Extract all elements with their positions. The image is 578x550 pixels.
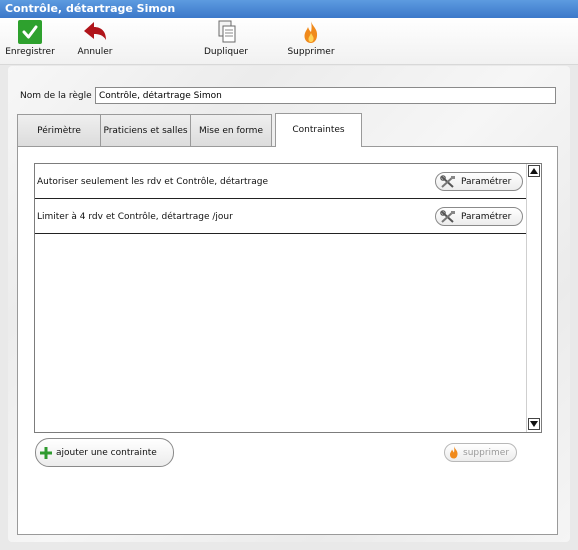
cancel-label: Annuler bbox=[77, 47, 113, 57]
scroll-up-button[interactable] bbox=[528, 165, 540, 177]
duplicate-label: Dupliquer bbox=[203, 47, 248, 57]
configure-button[interactable]: Paramétrer bbox=[435, 172, 523, 191]
configure-button[interactable]: Paramétrer bbox=[435, 207, 523, 226]
tab-perimetre[interactable]: Périmètre bbox=[17, 114, 101, 146]
tools-icon bbox=[440, 209, 455, 223]
constraint-text: Autoriser seulement les rdv et Contrôle,… bbox=[37, 177, 268, 187]
arrow-down-icon bbox=[530, 421, 538, 427]
duplicate-icon bbox=[218, 20, 236, 43]
tab-praticiens-et-salles[interactable]: Praticiens et salles bbox=[100, 114, 191, 146]
delete-label: Supprimer bbox=[287, 47, 335, 57]
configure-label: Paramétrer bbox=[461, 211, 512, 222]
toolbar: Enregistrer Annuler Dupliquer Supprimer bbox=[0, 18, 578, 65]
tools-icon bbox=[440, 174, 455, 188]
add-constraint-button[interactable]: ajouter une contrainte bbox=[35, 438, 174, 467]
remove-constraint-button[interactable]: supprimer bbox=[444, 443, 517, 462]
save-button[interactable]: Enregistrer bbox=[2, 20, 58, 57]
constraints-list: Autoriser seulement les rdv et Contrôle,… bbox=[34, 163, 542, 433]
constraint-row: Autoriser seulement les rdv et Contrôle,… bbox=[35, 164, 527, 199]
tab-contraintes[interactable]: Contraintes bbox=[275, 113, 362, 147]
add-constraint-label: ajouter une contrainte bbox=[56, 447, 157, 458]
delete-button[interactable]: Supprimer bbox=[283, 20, 339, 57]
remove-constraint-label: supprimer bbox=[463, 447, 510, 458]
checkmark-icon bbox=[18, 20, 42, 44]
tab-mise-en-forme[interactable]: Mise en forme bbox=[190, 114, 272, 146]
rule-name-input[interactable] bbox=[95, 87, 556, 104]
plus-icon bbox=[40, 446, 52, 459]
vertical-scrollbar[interactable] bbox=[526, 164, 541, 432]
constraint-row: Limiter à 4 rdv et Contrôle, détartrage … bbox=[35, 199, 527, 234]
window-title: Contrôle, détartrage Simon bbox=[0, 0, 578, 18]
cancel-button[interactable]: Annuler bbox=[67, 20, 123, 57]
flame-icon bbox=[304, 21, 318, 43]
save-label: Enregistrer bbox=[5, 47, 55, 57]
constraint-text: Limiter à 4 rdv et Contrôle, détartrage … bbox=[37, 212, 233, 222]
duplicate-button[interactable]: Dupliquer bbox=[198, 20, 254, 57]
rule-name-label: Nom de la règle : bbox=[20, 91, 98, 101]
undo-arrow-icon bbox=[84, 22, 106, 40]
flame-icon bbox=[450, 446, 458, 459]
scroll-down-button[interactable] bbox=[528, 418, 540, 430]
arrow-up-icon bbox=[530, 168, 538, 174]
configure-label: Paramétrer bbox=[461, 176, 512, 187]
